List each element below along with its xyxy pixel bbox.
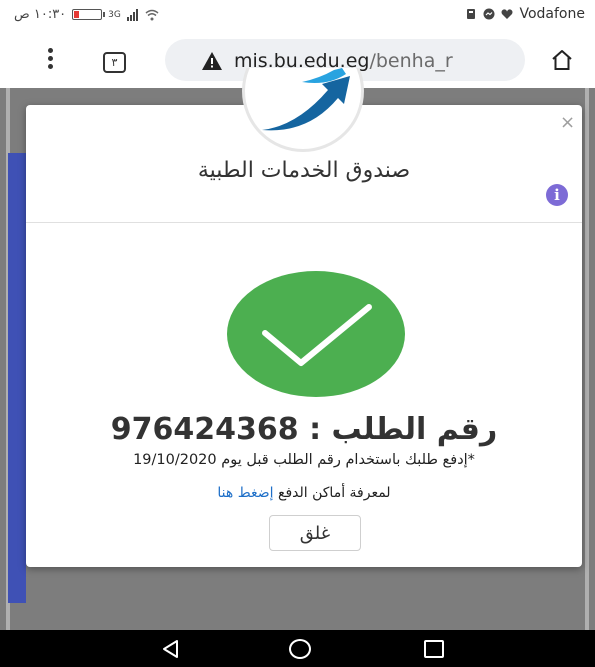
notification-icon [467,9,476,19]
status-bar: ١٠:٣٠ ص 3G Vodafone [0,0,595,32]
carrier-name: Vodafone [519,6,585,22]
checkmark-icon [262,304,372,366]
modal-title: صندوق الخدمات الطبية [197,158,411,183]
background-sidebar [8,153,26,603]
heart-icon [501,9,513,19]
home-icon[interactable] [550,48,574,72]
success-badge [227,271,405,397]
status-time: ١٠:٣٠ ص [14,7,67,22]
close-icon[interactable]: × [560,112,575,133]
close-button[interactable]: غلق [269,515,361,551]
logo-arrow-icon [262,68,350,131]
network-type: 3G [108,9,121,20]
warning-icon[interactable] [201,51,223,71]
page-edge-right [585,88,589,630]
circle-home-icon[interactable] [289,639,311,659]
menu-dots-icon[interactable] [40,46,60,74]
payment-places-line: لمعرفة أماكن الدفع إضغط هنا [26,485,582,501]
battery-icon [72,9,106,20]
back-icon[interactable] [160,638,182,660]
url-path: /benha_r [369,50,453,72]
messenger-icon [483,8,495,20]
modal-divider [26,222,582,223]
payment-note: *إدفع طلبك باستخدام رقم الطلب قبل يوم 19… [133,452,475,468]
order-label: رقم الطلب : [309,412,498,447]
recents-icon[interactable] [424,640,444,658]
logo-badge [242,68,366,154]
wifi-icon [145,9,159,20]
status-bar-left: ١٠:٣٠ ص 3G [14,7,159,22]
status-bar-right: Vodafone [465,6,585,22]
signal-icon [126,8,138,21]
info-icon[interactable]: i [546,184,568,206]
payment-places-text: لمعرفة أماكن الدفع [278,485,391,501]
order-number: 976424368 [110,412,299,447]
order-number-line: رقم الطلب : 976424368 [26,412,582,447]
navigation-bar [0,630,595,667]
payment-places-link[interactable]: إضغط هنا [217,485,273,501]
tab-switcher-button[interactable]: ٣ [103,52,126,73]
